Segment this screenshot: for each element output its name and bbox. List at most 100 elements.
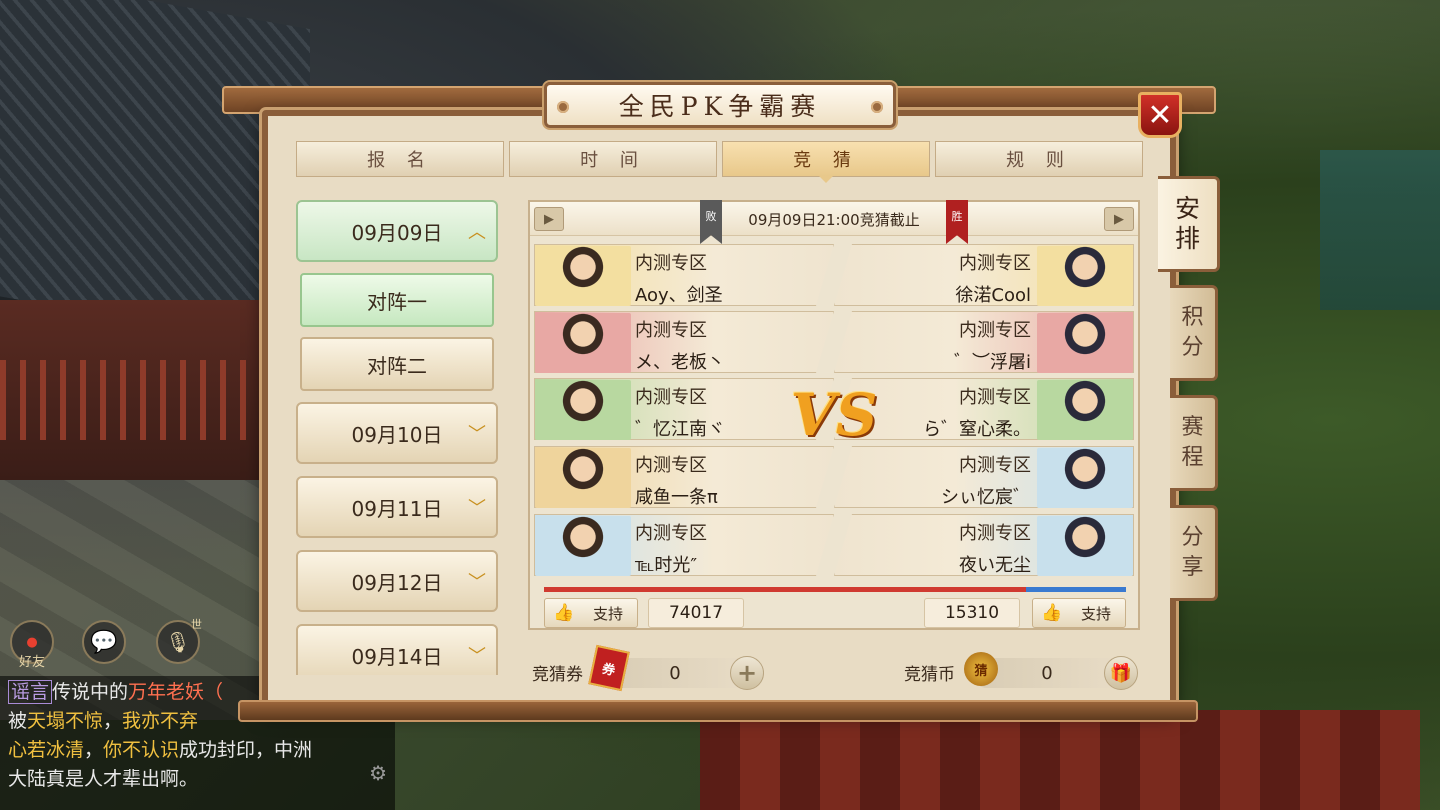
chat-text: ， <box>103 710 123 732</box>
right-player-card[interactable]: 内测专区ら゛窒心柔。 <box>834 378 1134 440</box>
coin-icon: 猜 <box>964 652 998 686</box>
chat-text: ， <box>84 739 104 761</box>
chat-line: 大陆真是人才辈出啊。 <box>8 768 199 790</box>
date-item[interactable]: 09月09日 ︿ <box>296 200 498 262</box>
date-item[interactable]: 09月12日 ﹀ <box>296 550 498 612</box>
close-icon: ✕ <box>1147 97 1173 133</box>
tab-guess[interactable]: 竞 猜 <box>722 141 930 183</box>
player-name: ℡时光″ <box>635 555 698 576</box>
chevron-up-icon: ︿ <box>468 222 486 243</box>
match-item-1[interactable]: 对阵一 <box>300 273 494 327</box>
support-left-button[interactable]: 👍 支持 <box>544 598 638 628</box>
support-ratio-bar <box>544 587 1126 592</box>
chevron-down-icon: ﹀ <box>468 424 486 445</box>
player-avatar <box>1037 380 1133 440</box>
side-tab-bracket[interactable]: 赛 程 <box>1170 395 1218 491</box>
player-name: 徐渃Cool <box>955 285 1031 306</box>
coin-icon-glyph: 猜 <box>974 663 988 679</box>
player-name: ゛︶浮屠i <box>953 352 1031 373</box>
player-zone: 内测专区 <box>635 455 707 476</box>
player-zone: 内测专区 <box>959 387 1031 408</box>
gift-icon: 🎁 <box>1109 662 1133 684</box>
date-item[interactable]: 09月10日 ﹀ <box>296 402 498 464</box>
chevron-down-icon: ﹀ <box>468 646 486 667</box>
gear-icon[interactable]: ⚙ <box>369 759 387 788</box>
friend-label: 好友 <box>18 655 45 670</box>
support-ratio-left-fill <box>544 587 1027 592</box>
tab-signup[interactable]: 报 名 <box>296 141 504 177</box>
date-list[interactable]: 09月09日 ︿ 对阵一 对阵二 09月10日 ﹀ 09月11日 ﹀ 09月12日 ﹀ … <box>288 192 506 675</box>
chevron-down-icon: ﹀ <box>468 572 486 593</box>
player-zone: 内测专区 <box>959 523 1031 544</box>
player-name: メ、老板丶 <box>635 352 725 373</box>
side-tab-label: 分 享 <box>1181 525 1204 580</box>
player-name: ら゛窒心柔。 <box>923 419 1031 440</box>
right-player-card[interactable]: 内测专区 ゛︶浮屠i <box>834 311 1134 373</box>
side-tab-label: 赛 程 <box>1181 415 1204 470</box>
panel-bottom-frame <box>238 700 1198 722</box>
player-zone: 内测专区 <box>635 523 707 544</box>
chat-button[interactable]: 💬 <box>82 620 126 664</box>
left-player-card[interactable]: 内测专区 Aoy、剑圣 <box>534 244 834 306</box>
chat-text: 被 <box>8 710 28 732</box>
plus-icon: + <box>736 659 758 687</box>
speech-bubble-icon: 💬 <box>90 629 118 655</box>
title-text: 全民PK争霸赛 <box>618 92 822 121</box>
left-player-card[interactable]: 内测专区 ゛忆江南ヾ <box>534 378 834 440</box>
chat-highlight: 万年老妖 <box>128 681 205 703</box>
date-label: 09月14日 <box>351 644 443 669</box>
match-item-2[interactable]: 对阵二 <box>300 337 494 391</box>
left-player-card[interactable]: 内测专区咸鱼一条π <box>534 446 834 508</box>
player-avatar <box>535 448 631 508</box>
close-button[interactable]: ✕ <box>1138 92 1182 138</box>
watch-replay-left-icon[interactable]: ▶ <box>534 207 564 231</box>
add-ticket-button[interactable]: + <box>730 656 764 690</box>
player-name: 咸鱼一条π <box>635 487 718 508</box>
world-channel-badge: 世 <box>191 618 202 631</box>
date-label: 09月09日 <box>351 220 443 245</box>
left-vote-count: 74017 <box>648 598 744 628</box>
ticket-value: 0 <box>669 662 681 684</box>
player-name-link[interactable]: 心若冰清 <box>8 739 84 761</box>
friend-button[interactable]: 好友 ● <box>10 620 54 670</box>
chat-toolbar: 好友 ● 💬 🎙 世 <box>8 618 208 670</box>
tab-rules[interactable]: 规 则 <box>935 141 1143 177</box>
chat-text: 传说中的 <box>52 681 129 703</box>
thumbs-up-icon: 👍 <box>553 603 575 623</box>
player-zone: 内测专区 <box>635 253 707 274</box>
side-tab-points[interactable]: 积 分 <box>1170 285 1218 381</box>
voice-button[interactable]: 🎙 世 <box>156 618 202 664</box>
side-tab-schedule[interactable]: 安 排 <box>1158 176 1220 272</box>
vs-emblem: VS <box>791 370 878 460</box>
right-player-card[interactable]: 内测专区 夜い无尘 <box>834 514 1134 576</box>
support-right-button[interactable]: 👍 支持 <box>1032 598 1126 628</box>
chevron-down-icon: ﹀ <box>468 498 486 519</box>
player-name: ゛忆江南ヾ <box>635 419 725 440</box>
player-name-link[interactable]: 我亦不弃 <box>122 710 198 732</box>
left-player-card[interactable]: 内测专区 メ、老板丶 <box>534 311 834 373</box>
right-player-card[interactable]: 内测专区 シぃ忆宸゛ <box>834 446 1134 508</box>
red-fence <box>0 360 270 440</box>
player-avatar <box>535 313 631 373</box>
right-player-card[interactable]: 内测专区 徐渃Cool <box>834 244 1134 306</box>
player-name-link[interactable]: 天塌不惊 <box>27 710 103 732</box>
player-name: 夜い无尘 <box>959 555 1031 576</box>
watch-replay-right-icon[interactable]: ▶ <box>1104 207 1134 231</box>
side-tab-share[interactable]: 分 享 <box>1170 505 1218 601</box>
date-item[interactable]: 09月11日 ﹀ <box>296 476 498 538</box>
player-avatar <box>1037 246 1133 306</box>
chat-text: （ <box>204 681 224 703</box>
win-label: 胜 <box>951 210 963 223</box>
player-zone: 内测专区 <box>959 455 1031 476</box>
date-label: 09月10日 <box>351 422 443 447</box>
player-name: Aoy、剑圣 <box>635 285 723 306</box>
gift-button[interactable]: 🎁 <box>1104 656 1138 690</box>
player-name-link[interactable]: 你不认识 <box>103 739 179 761</box>
coin-value: 0 <box>1041 662 1053 684</box>
chat-line: 心若冰清，你不认识成功封印，中洲 <box>8 736 387 765</box>
date-item[interactable]: 09月14日 ﹀ <box>296 624 498 675</box>
rivet-icon <box>557 101 569 113</box>
left-player-card[interactable]: 内测专区 ℡时光″ <box>534 514 834 576</box>
tab-time[interactable]: 时 间 <box>509 141 717 177</box>
date-label: 09月12日 <box>351 570 443 595</box>
